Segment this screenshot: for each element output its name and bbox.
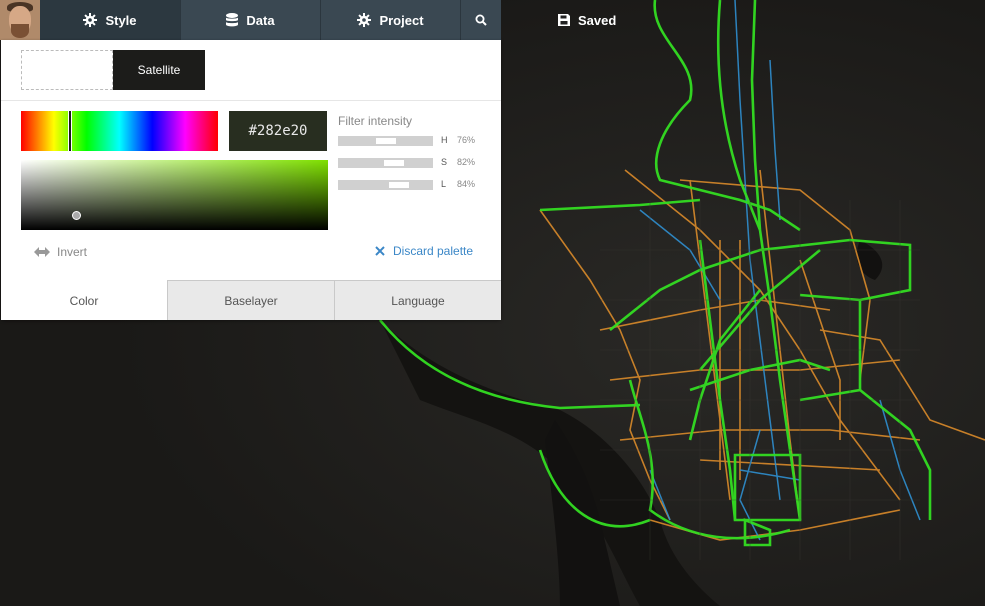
hue-filter-slider[interactable] [338, 136, 433, 146]
panel-subtabs: Color Baselayer Language [1, 280, 501, 320]
discard-palette-button[interactable]: Discard palette [375, 244, 473, 258]
avatar[interactable] [0, 0, 40, 40]
top-toolbar: Style Data Project [0, 0, 501, 40]
close-icon [375, 246, 385, 256]
tab-style[interactable]: Style [40, 0, 181, 40]
save-status: Saved [558, 0, 616, 40]
lightness-filter-slider[interactable] [338, 180, 433, 190]
tab-project[interactable]: Project [321, 0, 461, 40]
filter-letter: L [441, 179, 447, 189]
invert-label: Invert [57, 245, 88, 259]
tab-data[interactable]: Data [181, 0, 321, 40]
save-icon [558, 14, 570, 26]
discard-palette-label: Discard palette [393, 244, 474, 258]
hue-handle[interactable] [68, 111, 72, 151]
tab-style-label: Style [105, 12, 137, 28]
slider-handle[interactable] [384, 160, 404, 166]
filter-row-s: S 82% [338, 157, 488, 170]
saturation-lightness-picker[interactable] [21, 160, 328, 230]
search-icon [475, 14, 487, 26]
filter-row-l: L 84% [338, 179, 488, 192]
divider [1, 100, 501, 101]
save-status-label: Saved [578, 12, 617, 28]
style-panel: Satellite #282e20 Filter intensity H 76%… [1, 40, 501, 320]
baselayer-satellite-option[interactable]: Satellite [113, 50, 205, 90]
subtab-baselayer[interactable]: Baselayer [167, 280, 334, 320]
baselayer-none-option[interactable] [21, 50, 113, 90]
database-icon [226, 13, 239, 27]
hue-slider[interactable] [21, 111, 218, 151]
filter-value: 84% [457, 179, 476, 189]
search-button[interactable] [461, 0, 501, 40]
subtab-language[interactable]: Language [334, 280, 501, 320]
saturation-filter-slider[interactable] [338, 158, 433, 168]
gear-icon [83, 13, 98, 27]
filter-letter: H [441, 135, 448, 145]
slider-handle[interactable] [389, 182, 409, 188]
filter-row-h: H 76% [338, 135, 488, 148]
color-picker-handle[interactable] [72, 211, 81, 220]
hex-color-field[interactable]: #282e20 [229, 111, 327, 151]
tab-project-label: Project [379, 12, 424, 28]
filter-value: 82% [457, 157, 476, 167]
invert-button[interactable]: Invert [34, 245, 87, 259]
arrows-horizontal-icon [34, 247, 50, 257]
slider-handle[interactable] [376, 138, 396, 144]
tab-data-label: Data [246, 12, 275, 28]
avatar-beard [11, 24, 29, 38]
filter-letter: S [441, 157, 448, 167]
subtab-color[interactable]: Color [1, 280, 167, 320]
filter-value: 76% [457, 135, 476, 145]
gear-icon [357, 13, 372, 27]
filter-intensity-title: Filter intensity [338, 114, 413, 128]
